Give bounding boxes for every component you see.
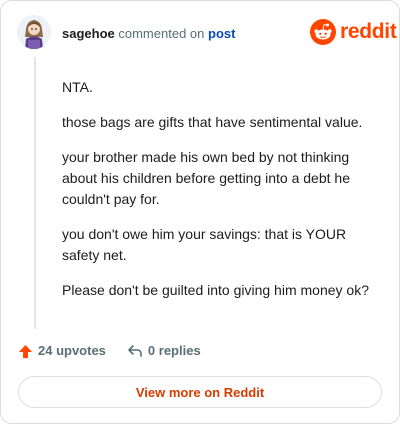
- reddit-snoo-icon: [310, 19, 336, 45]
- reply-count: 0 replies: [147, 343, 201, 358]
- reply-arrow-icon: [128, 345, 142, 357]
- comment-paragraph: those bags are gifts that have sentiment…: [62, 114, 363, 130]
- comment-paragraph: Please don't be guilted into giving him …: [62, 282, 369, 298]
- upvote-count: 24 upvotes: [38, 343, 106, 358]
- comment-body: NTA. those bags are gifts that have sent…: [62, 77, 384, 315]
- upvote-button[interactable]: 24 upvotes: [18, 343, 106, 359]
- comment-paragraph: NTA.: [62, 79, 93, 95]
- comment-header: sagehoe commented on post: [62, 26, 235, 42]
- reddit-logo[interactable]: reddit: [310, 18, 397, 46]
- replies-button[interactable]: 0 replies: [127, 343, 201, 359]
- comment-paragraph: you don't owe him your savings: that is …: [62, 226, 347, 263]
- username-link[interactable]: sagehoe: [62, 26, 115, 41]
- post-link[interactable]: post: [208, 26, 235, 41]
- comment-paragraph: your brother made his own bed by not thi…: [62, 149, 350, 207]
- thread-line: [34, 57, 36, 329]
- user-avatar-icon[interactable]: [17, 15, 51, 49]
- upvote-arrow-icon: [18, 344, 33, 358]
- reddit-wordmark: reddit: [340, 20, 397, 43]
- comment-actions: 24 upvotes 0 replies: [18, 343, 201, 359]
- embedded-comment-card: sagehoe commented on post reddit NTA. th…: [0, 0, 400, 424]
- view-more-button[interactable]: View more on Reddit: [18, 376, 382, 408]
- commented-on-text: commented on: [118, 26, 205, 41]
